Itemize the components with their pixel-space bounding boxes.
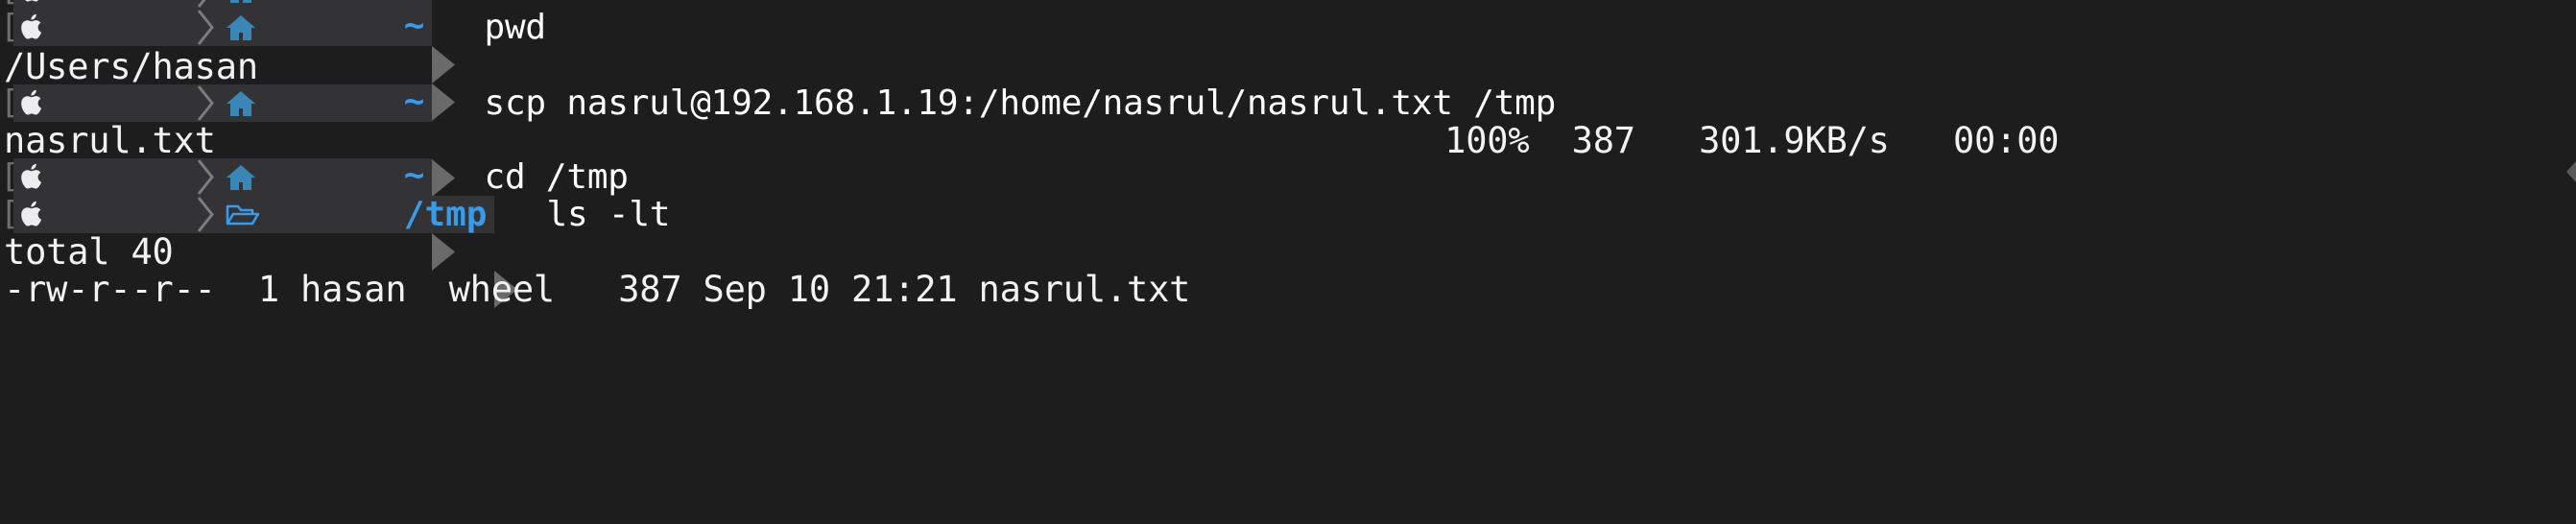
prompt-apple-segment (13, 196, 190, 233)
prompt-end-arrow-icon (432, 0, 459, 83)
prompt-end-arrow-icon (432, 9, 459, 121)
command-text: ls -lt (546, 195, 671, 234)
prompt-bracket-icon: [ (0, 158, 13, 196)
prompt-path-label: ~ (403, 155, 425, 195)
command-text: cd /tmp (484, 157, 629, 197)
prompt-path-label: ~ (403, 82, 425, 121)
prompt-thin-separator-icon (189, 9, 223, 46)
prompt-path-label: /tmp (403, 195, 488, 234)
prompt-path-segment: /tmp (222, 195, 495, 234)
prompt-thin-separator-icon (189, 0, 223, 9)
command-text: scp nasrul@192.168.1.19:/home/nasrul/nas… (484, 83, 1557, 123)
prompt-thin-separator-icon (189, 158, 223, 196)
prompt-line-ls[interactable]: [ /tmp (0, 195, 2576, 308)
prompt-bracket-icon: [ (0, 84, 13, 122)
output-line-file-entry: -rw-r--r-- 1 hasan wheel 387 Sep 10 21:2… (4, 269, 1191, 310)
prompt-bracket-icon: [ (0, 196, 13, 233)
output-line-total: total 40 (4, 231, 174, 273)
prompt-path-label: ~ (403, 6, 425, 45)
command-text: pwd (484, 8, 546, 47)
prompt-thin-separator-icon (189, 196, 223, 233)
wrapped-prompt-arrow-icon (2566, 161, 2576, 182)
prompt-thin-separator-icon (189, 84, 223, 122)
terminal-window[interactable]: [ ~ [ (0, 0, 2576, 524)
prompt-bracket-icon: [ (0, 0, 13, 9)
prompt-end-arrow-icon (432, 84, 459, 197)
prompt-bracket-icon: [ (0, 9, 13, 46)
prompt-end-arrow-icon (432, 158, 459, 271)
prompt-end-arrow-icon (494, 196, 521, 308)
